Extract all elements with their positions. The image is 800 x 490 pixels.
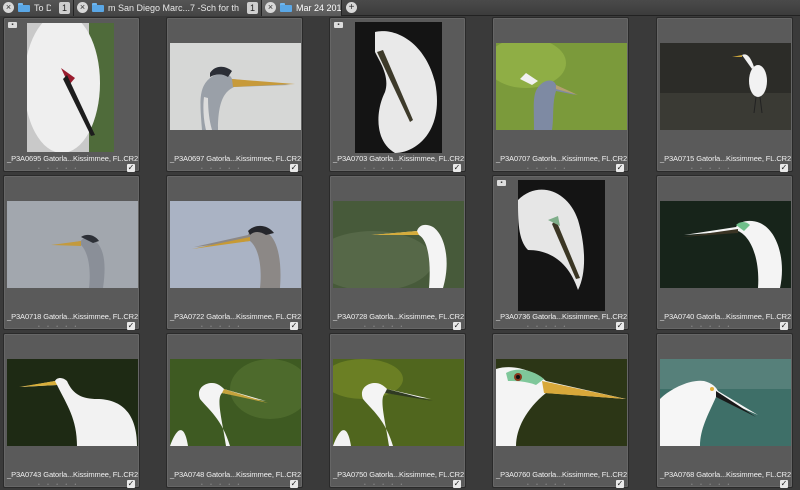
checkbox-icon[interactable]: ✓ bbox=[616, 164, 624, 172]
photo-thumbnail[interactable] bbox=[355, 22, 442, 153]
thumbnail-cell[interactable]: ▪ _P3A0703 Gatorla...Kissimmee, FL.CR2 •… bbox=[329, 17, 466, 172]
star-rating[interactable]: • • • • • bbox=[691, 166, 732, 172]
thumbnail-filename: _P3A0722 Gatorla...Kissimmee, FL.CR2 bbox=[170, 312, 302, 321]
tab-san-diego[interactable]: × m San Diego Marc...7 -Sch for the Work… bbox=[74, 0, 262, 16]
thumbnail-cell[interactable]: _P3A0715 Gatorla...Kissimmee, FL.CR2 • •… bbox=[656, 17, 793, 172]
thumbnail-filename: _P3A0728 Gatorla...Kissimmee, FL.CR2 bbox=[333, 312, 465, 321]
thumbnail-filename: _P3A0750 Gatorla...Kissimmee, FL.CR2 bbox=[333, 470, 465, 479]
thumbnail-cell[interactable]: ▪ _P3A0736 Gatorla...Kissimmee, FL.CR2 •… bbox=[492, 175, 629, 330]
thumbnail-filename: _P3A0768 Gatorla...Kissimmee, FL.CR2 bbox=[660, 470, 792, 479]
thumbnail-cell[interactable]: _P3A0740 Gatorla...Kissimmee, FL.CR2 • •… bbox=[656, 175, 793, 330]
checkbox-icon[interactable]: ✓ bbox=[290, 164, 298, 172]
photo-thumbnail[interactable] bbox=[660, 43, 791, 130]
thumbnail-filename: _P3A0736 Gatorla...Kissimmee, FL.CR2 bbox=[496, 312, 628, 321]
tab-label: Mar 24 2017 bbox=[296, 2, 341, 13]
tab-mar-24-2017[interactable]: × Mar 24 2017 bbox=[262, 0, 342, 16]
star-rating[interactable]: • • • • • bbox=[201, 482, 242, 488]
star-rating[interactable]: • • • • • bbox=[201, 324, 242, 330]
close-icon[interactable]: × bbox=[265, 2, 276, 13]
thumbnail-filename: _P3A0715 Gatorla...Kissimmee, FL.CR2 bbox=[660, 154, 792, 163]
checkbox-icon[interactable]: ✓ bbox=[780, 322, 788, 330]
photo-thumbnail[interactable] bbox=[660, 359, 791, 446]
checkbox-icon[interactable]: ✓ bbox=[453, 480, 461, 488]
photo-thumbnail[interactable] bbox=[518, 180, 605, 311]
star-rating[interactable]: • • • • • bbox=[691, 482, 732, 488]
star-rating[interactable]: • • • • • bbox=[201, 166, 242, 172]
thumbnail-filename: _P3A0760 Gatorla...Kissimmee, FL.CR2 bbox=[496, 470, 628, 479]
thumbnail-cell[interactable]: _P3A0697 Gatorla...Kissimmee, FL.CR2 • •… bbox=[166, 17, 303, 172]
camera-badge-icon: ▪ bbox=[334, 22, 343, 28]
folder-icon bbox=[280, 3, 292, 12]
thumbnail-cell[interactable]: ▪ _P3A0695 Gatorla...Kissimmee, FL.CR2 •… bbox=[3, 17, 140, 172]
photo-thumbnail[interactable] bbox=[7, 359, 138, 446]
thumbnail-cell[interactable]: _P3A0722 Gatorla...Kissimmee, FL.CR2 • •… bbox=[166, 175, 303, 330]
photo-thumbnail[interactable] bbox=[660, 201, 791, 288]
thumbnail-cell[interactable]: _P3A0743 Gatorla...Kissimmee, FL.CR2 • •… bbox=[3, 333, 140, 488]
thumbnail-filename: _P3A0740 Gatorla...Kissimmee, FL.CR2 bbox=[660, 312, 792, 321]
checkbox-icon[interactable]: ✓ bbox=[290, 322, 298, 330]
photo-thumbnail[interactable] bbox=[496, 43, 627, 130]
thumbnail-cell[interactable]: _P3A0707 Gatorla...Kissimmee, FL.CR2 • •… bbox=[492, 17, 629, 172]
thumbnail-filename: _P3A0703 Gatorla...Kissimmee, FL.CR2 bbox=[333, 154, 465, 163]
photo-thumbnail[interactable] bbox=[496, 359, 627, 446]
star-rating[interactable]: • • • • • bbox=[364, 324, 405, 330]
photo-thumbnail[interactable] bbox=[170, 359, 301, 446]
thumbnail-filename: _P3A0718 Gatorla...Kissimmee, FL.CR2 bbox=[7, 312, 139, 321]
star-rating[interactable]: • • • • • bbox=[364, 166, 405, 172]
close-icon[interactable]: × bbox=[77, 2, 88, 13]
camera-badge-icon: ▪ bbox=[8, 22, 17, 28]
photo-thumbnail[interactable] bbox=[27, 23, 114, 152]
tab-label: m San Diego Marc...7 -Sch for the Work bbox=[108, 2, 239, 13]
checkbox-icon[interactable]: ✓ bbox=[290, 480, 298, 488]
thumbnail-cell[interactable]: _P3A0768 Gatorla...Kissimmee, FL.CR2 • •… bbox=[656, 333, 793, 488]
thumbnail-cell[interactable]: _P3A0750 Gatorla...Kissimmee, FL.CR2 • •… bbox=[329, 333, 466, 488]
star-rating[interactable]: • • • • • bbox=[38, 324, 79, 330]
photo-thumbnail[interactable] bbox=[333, 201, 464, 288]
folder-icon bbox=[92, 3, 104, 12]
thumbnail-cell[interactable]: _P3A0718 Gatorla...Kissimmee, FL.CR2 • •… bbox=[3, 175, 140, 330]
thumbnail-filename: _P3A0748 Gatorla...Kissimmee, FL.CR2 bbox=[170, 470, 302, 479]
photo-thumbnail[interactable] bbox=[7, 201, 138, 288]
checkbox-icon[interactable]: ✓ bbox=[127, 164, 135, 172]
tab-to-do[interactable]: × To Do 1 bbox=[0, 0, 74, 16]
tab-count: 1 bbox=[247, 1, 258, 14]
thumbnail-filename: _P3A0707 Gatorla...Kissimmee, FL.CR2 bbox=[496, 154, 628, 163]
star-rating[interactable]: • • • • • bbox=[527, 324, 568, 330]
checkbox-icon[interactable]: ✓ bbox=[616, 480, 624, 488]
thumbnail-filename: _P3A0697 Gatorla...Kissimmee, FL.CR2 bbox=[170, 154, 302, 163]
star-rating[interactable]: • • • • • bbox=[527, 482, 568, 488]
close-icon[interactable]: × bbox=[3, 2, 14, 13]
thumbnail-filename: _P3A0743 Gatorla...Kissimmee, FL.CR2 bbox=[7, 470, 139, 479]
tab-label: To Do bbox=[34, 2, 51, 13]
tab-count: 1 bbox=[59, 1, 70, 14]
thumbnail-cell[interactable]: _P3A0728 Gatorla...Kissimmee, FL.CR2 • •… bbox=[329, 175, 466, 330]
star-rating[interactable]: • • • • • bbox=[364, 482, 405, 488]
star-rating[interactable]: • • • • • bbox=[38, 482, 79, 488]
checkbox-icon[interactable]: ✓ bbox=[453, 164, 461, 172]
star-rating[interactable]: • • • • • bbox=[38, 166, 79, 172]
thumbnail-grid: ▪ _P3A0695 Gatorla...Kissimmee, FL.CR2 •… bbox=[0, 16, 800, 490]
photo-thumbnail[interactable] bbox=[170, 43, 301, 130]
thumbnail-filename: _P3A0695 Gatorla...Kissimmee, FL.CR2 bbox=[7, 154, 139, 163]
checkbox-icon[interactable]: ✓ bbox=[780, 480, 788, 488]
folder-icon bbox=[18, 3, 30, 12]
star-rating[interactable]: • • • • • bbox=[691, 324, 732, 330]
thumbnail-cell[interactable]: _P3A0748 Gatorla...Kissimmee, FL.CR2 • •… bbox=[166, 333, 303, 488]
checkbox-icon[interactable]: ✓ bbox=[127, 322, 135, 330]
tab-bar: × To Do 1 × m San Diego Marc...7 -Sch fo… bbox=[0, 0, 800, 16]
checkbox-icon[interactable]: ✓ bbox=[780, 164, 788, 172]
photo-thumbnail[interactable] bbox=[333, 359, 464, 446]
photo-thumbnail[interactable] bbox=[170, 201, 301, 288]
add-tab-icon[interactable]: + bbox=[346, 2, 357, 13]
checkbox-icon[interactable]: ✓ bbox=[616, 322, 624, 330]
camera-badge-icon: ▪ bbox=[497, 180, 506, 186]
checkbox-icon[interactable]: ✓ bbox=[453, 322, 461, 330]
star-rating[interactable]: • • • • • bbox=[527, 166, 568, 172]
checkbox-icon[interactable]: ✓ bbox=[127, 480, 135, 488]
thumbnail-cell[interactable]: _P3A0760 Gatorla...Kissimmee, FL.CR2 • •… bbox=[492, 333, 629, 488]
